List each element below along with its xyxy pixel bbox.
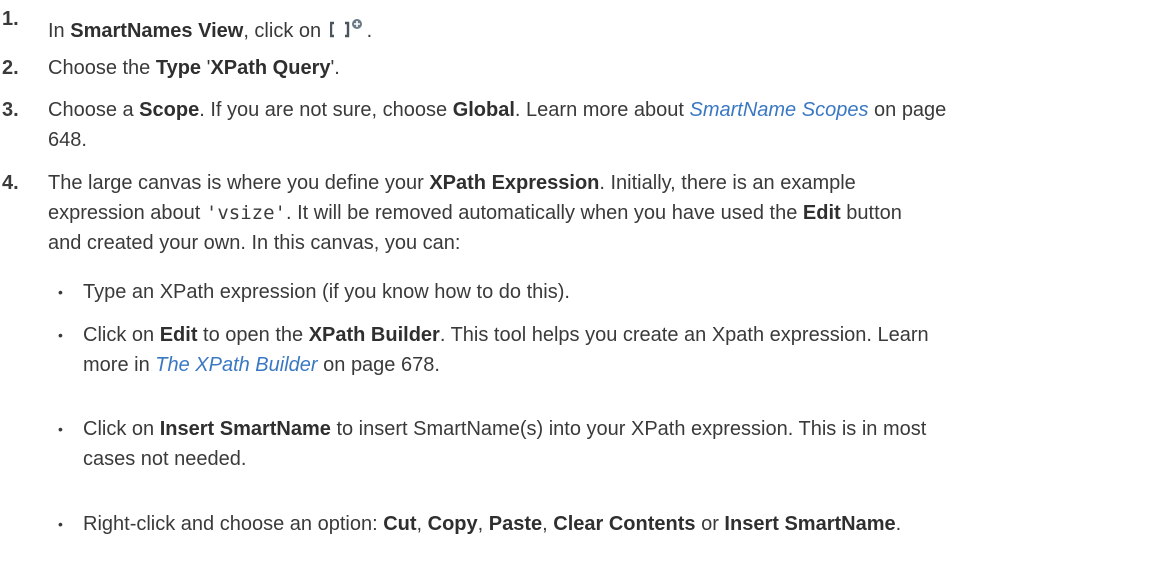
- code-vsize: 'vsize': [205, 202, 286, 224]
- xpath-builder-link[interactable]: The XPath Builder: [155, 354, 317, 376]
- bullet-icon: •: [58, 284, 63, 300]
- bullet-icon: •: [58, 327, 63, 343]
- step-number: 3.: [2, 99, 19, 121]
- step-text: Choose the Type 'XPath Query'.: [48, 57, 340, 79]
- step-text: The large canvas is where you define you…: [48, 172, 902, 254]
- step-number: 1.: [2, 8, 19, 30]
- bullet-icon: •: [58, 421, 63, 437]
- bullet-icon: •: [58, 516, 63, 532]
- add-smartname-icon: [329, 18, 366, 40]
- step-text: Choose a Scope. If you are not sure, cho…: [48, 99, 947, 151]
- smartname-scopes-link[interactable]: SmartName Scopes: [689, 99, 868, 121]
- step-text: In SmartNames View, click on .: [48, 18, 373, 42]
- smartnames-view-label: SmartNames View: [70, 20, 244, 42]
- step-number: 2.: [2, 57, 19, 79]
- step-number: 4.: [2, 172, 19, 194]
